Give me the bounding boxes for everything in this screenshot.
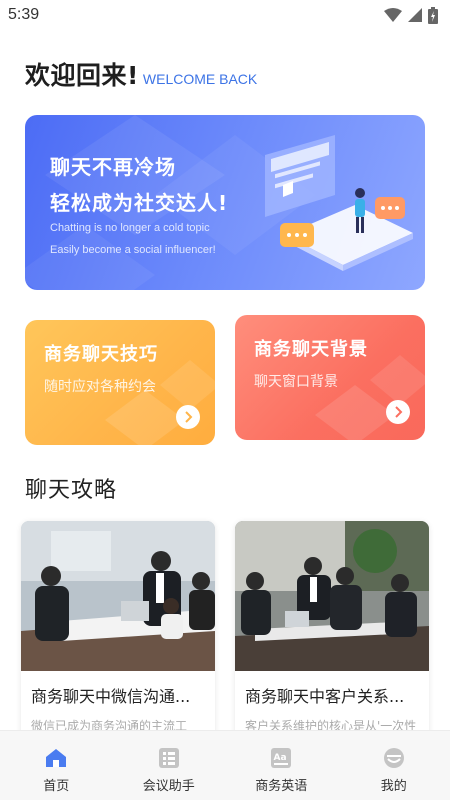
article-card[interactable]: 商务聊天中微信沟通... 微信已成为商务沟通的主流工 xyxy=(21,521,215,741)
chat-illustration xyxy=(265,135,413,271)
promo-banner[interactable]: 聊天不再冷场 轻松成为社交达人! Chatting is no longer a… xyxy=(25,115,425,290)
nav-item-home[interactable]: 首页 xyxy=(0,731,113,800)
chevron-right-icon[interactable] xyxy=(176,405,200,429)
card-business-chat-tips[interactable]: 商务聊天技巧 随时应对各种约会 xyxy=(25,320,215,445)
greeting: 欢迎回来! WELCOME BACK xyxy=(25,56,257,92)
nav-item-profile[interactable]: 我的 xyxy=(338,731,450,800)
list-icon xyxy=(158,748,179,768)
bottom-navigation: 首页 会议助手 Aa 商务英语 我的 xyxy=(0,730,450,800)
card-subtitle: 随时应对各种约会 xyxy=(44,379,156,395)
nav-label: 首页 xyxy=(43,779,70,794)
section-title: 聊天攻略 xyxy=(25,478,118,503)
banner-english-1: Chatting is no longer a cold topic xyxy=(50,222,210,234)
greeting-title: 欢迎回来! xyxy=(25,61,139,90)
svg-text:Aa: Aa xyxy=(274,753,287,763)
status-bar: 5:39 xyxy=(0,0,450,30)
meeting-photo xyxy=(235,521,429,671)
status-icons xyxy=(384,6,438,24)
article-title: 商务聊天中客户关系... xyxy=(245,687,405,706)
nav-item-meeting-assistant[interactable]: 会议助手 xyxy=(113,731,226,800)
article-title: 商务聊天中微信沟通... xyxy=(31,687,191,706)
nav-label: 商务英语 xyxy=(255,779,308,794)
article-card[interactable]: 商务聊天中客户关系... 客户关系维护的核心是从'一次性 xyxy=(235,521,429,741)
card-subtitle: 聊天窗口背景 xyxy=(254,374,338,390)
card-business-chat-background[interactable]: 商务聊天背景 聊天窗口背景 xyxy=(235,315,425,440)
signal-icon xyxy=(408,8,422,22)
banner-english-2: Easily become a social influencer! xyxy=(50,244,216,256)
card-title: 商务聊天背景 xyxy=(254,339,368,360)
dictionary-icon: Aa xyxy=(271,748,292,768)
profile-icon xyxy=(383,748,404,768)
nav-label: 我的 xyxy=(380,779,407,794)
banner-headline-2: 轻松成为社交达人! xyxy=(50,191,229,215)
battery-icon xyxy=(428,6,438,24)
chevron-right-icon[interactable] xyxy=(386,400,410,424)
banner-headline-1: 聊天不再冷场 xyxy=(50,155,176,179)
nav-label: 会议助手 xyxy=(142,779,195,794)
nav-item-business-english[interactable]: Aa 商务英语 xyxy=(225,731,338,800)
status-time: 5:39 xyxy=(8,6,40,23)
home-icon xyxy=(46,749,67,767)
meeting-photo xyxy=(21,521,215,671)
card-title: 商务聊天技巧 xyxy=(44,344,158,365)
greeting-subtitle: WELCOME BACK xyxy=(142,71,258,87)
wifi-icon xyxy=(384,8,402,22)
